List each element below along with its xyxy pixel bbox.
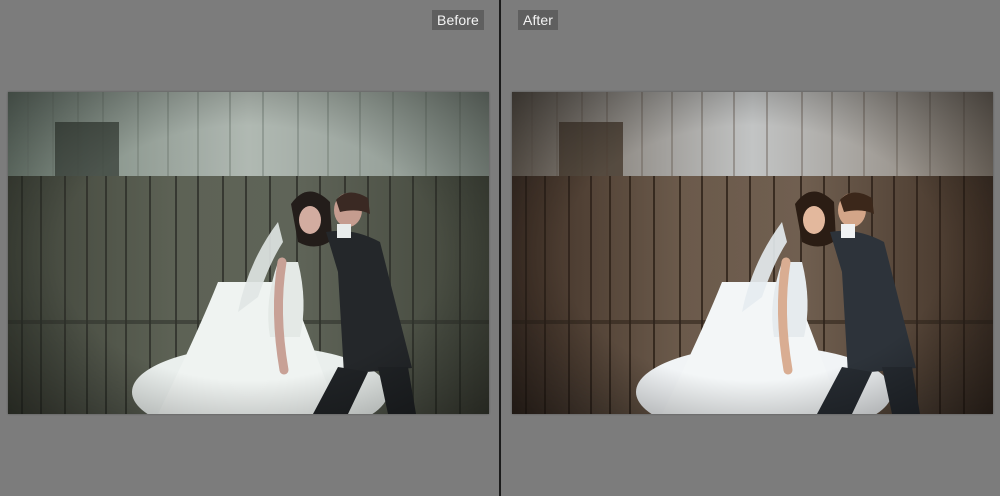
compare-divider[interactable] — [499, 0, 501, 496]
before-after-compare-view: Before After — [0, 0, 1000, 496]
photo-image-icon — [512, 92, 993, 414]
before-photo[interactable] — [8, 92, 489, 414]
after-pane: After — [502, 0, 1000, 496]
before-label: Before — [432, 10, 484, 30]
after-label: After — [518, 10, 559, 30]
after-photo[interactable] — [512, 92, 993, 414]
photo-image-icon — [8, 92, 489, 414]
before-pane: Before — [0, 0, 500, 496]
